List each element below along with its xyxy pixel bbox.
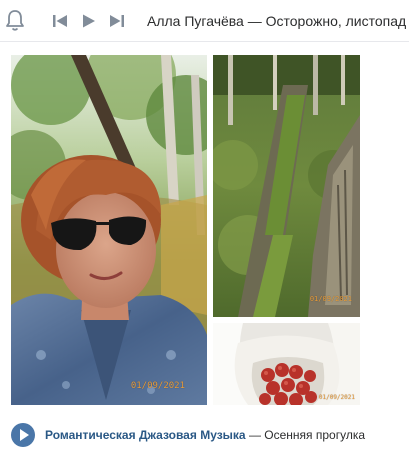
- now-playing-track[interactable]: Алла Пугачёва — Осторожно, листопад: [147, 12, 409, 30]
- post-card: 01/09/2021 01/09/2021 01/09/2021 Романти…: [0, 42, 409, 450]
- photo-selfie-forest[interactable]: 01/09/2021: [11, 55, 207, 405]
- play-circle-icon[interactable]: [11, 423, 35, 447]
- play-triangle: [20, 429, 29, 441]
- next-icon: [110, 15, 124, 27]
- bell-icon[interactable]: [4, 8, 26, 32]
- photo-date-stamp: 01/09/2021: [130, 381, 185, 391]
- audio-info: Романтическая Джазовая Музыка — Осенняя …: [45, 428, 365, 443]
- photo-date-stamp: 01/09/2021: [309, 295, 352, 303]
- play-button[interactable]: [81, 13, 97, 29]
- audio-attachment: Романтическая Джазовая Музыка — Осенняя …: [0, 417, 409, 450]
- track-separator: —: [243, 13, 266, 29]
- track-artist: Алла Пугачёва: [147, 13, 244, 29]
- berries-bag-image: [213, 323, 360, 405]
- audio-player-bar: Алла Пугачёва — Осторожно, листопад: [0, 0, 409, 42]
- audio-title[interactable]: Осенняя прогулка: [264, 428, 365, 442]
- photo-date-stamp: 01/09/2021: [318, 394, 355, 401]
- next-track-button[interactable]: [109, 13, 125, 29]
- track-title: Осторожно, листопад: [265, 13, 407, 29]
- photo-berries-bag[interactable]: 01/09/2021: [213, 323, 360, 405]
- previous-track-button[interactable]: [52, 13, 68, 29]
- play-icon: [83, 14, 95, 28]
- previous-icon: [53, 15, 67, 27]
- mossy-log-image: [213, 55, 360, 317]
- audio-artist-link[interactable]: Романтическая Джазовая Музыка: [45, 428, 246, 442]
- audio-dash: —: [245, 428, 265, 442]
- selfie-forest-image: [11, 55, 207, 405]
- photo-mossy-log[interactable]: 01/09/2021: [213, 55, 360, 317]
